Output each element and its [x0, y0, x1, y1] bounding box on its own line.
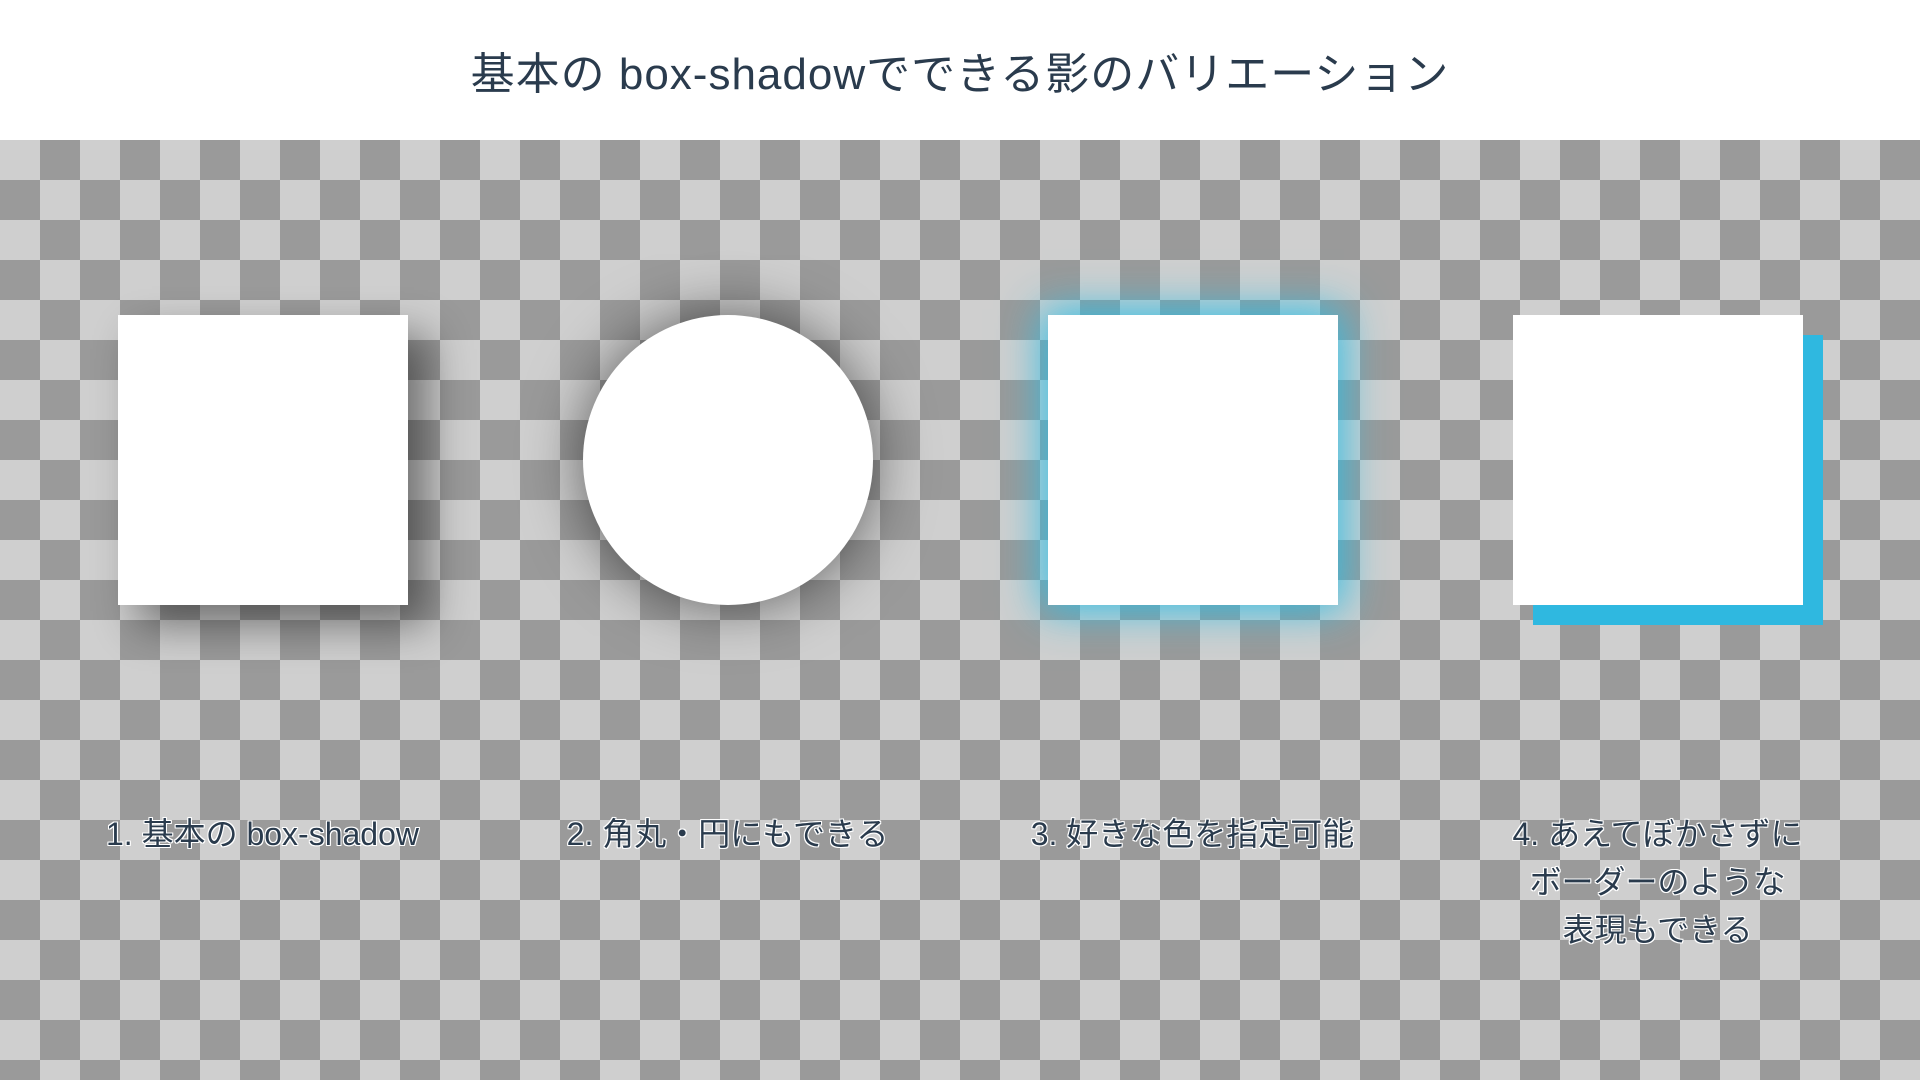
example-4: 4. あえてぼかさずに ボーダーのような 表現もできる: [1428, 140, 1888, 954]
basic-shadow-square: [118, 315, 408, 605]
example-2-caption: 2. 角丸・円にもできる: [567, 810, 889, 858]
example-3: 3. 好きな色を指定可能: [963, 140, 1423, 858]
example-4-stage: [1428, 200, 1888, 720]
hard-border-shadow-square: [1513, 315, 1803, 605]
header: 基本の box-shadowでできる影のバリエーション: [0, 0, 1920, 140]
colored-glow-square: [1048, 315, 1338, 605]
example-1-stage: [33, 200, 493, 720]
example-2-stage: [498, 200, 958, 720]
example-1: 1. 基本の box-shadow: [33, 140, 493, 858]
example-4-caption: 4. あえてぼかさずに ボーダーのような 表現もできる: [1513, 810, 1803, 954]
example-3-caption: 3. 好きな色を指定可能: [1031, 810, 1355, 858]
circle-shadow: [583, 315, 873, 605]
page-title: 基本の box-shadowでできる影のバリエーション: [471, 38, 1450, 102]
example-1-caption: 1. 基本の box-shadow: [106, 810, 419, 858]
example-3-stage: [963, 200, 1423, 720]
example-2: 2. 角丸・円にもできる: [498, 140, 958, 858]
checkerboard-canvas: 1. 基本の box-shadow 2. 角丸・円にもできる 3. 好きな色を指…: [0, 140, 1920, 1080]
